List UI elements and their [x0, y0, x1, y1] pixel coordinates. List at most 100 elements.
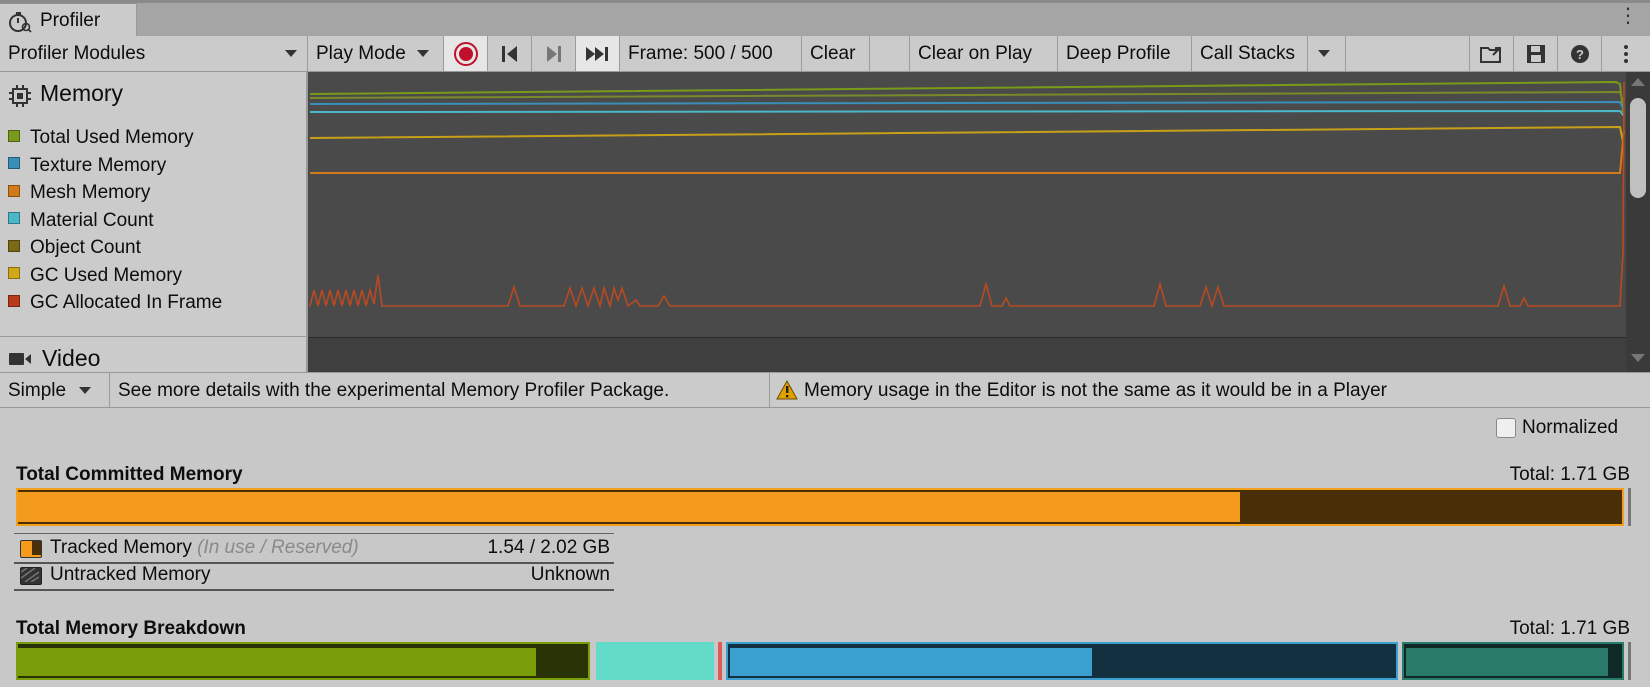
legend-color-swatch — [8, 212, 20, 225]
memory-profiler-package-link[interactable]: See more details with the experimental M… — [118, 373, 770, 408]
more-icon — [1624, 44, 1628, 63]
legend-color-swatch — [8, 294, 20, 307]
video-module-title: Video — [42, 345, 101, 371]
profiler-modules-label: Profiler Modules — [8, 43, 146, 64]
previous-frame-button[interactable] — [488, 36, 532, 71]
total-committed-memory-title: Total Committed Memory — [16, 464, 243, 485]
memory-graph[interactable] — [308, 72, 1626, 372]
tracked-memory-swatch — [20, 540, 42, 558]
help-icon: ? — [1570, 44, 1589, 63]
call-stacks-dropdown[interactable] — [1308, 36, 1346, 71]
legend-item[interactable]: GC Allocated In Frame — [8, 291, 222, 315]
normalized-checkbox[interactable] — [1496, 418, 1516, 438]
frame-counter: Frame: 500 / 500 — [620, 36, 802, 71]
video-camera-icon — [8, 351, 32, 367]
legend-color-swatch — [8, 184, 20, 197]
breakdown-segment-red[interactable] — [718, 642, 722, 680]
scrollbar-thumb[interactable] — [1630, 98, 1646, 198]
graph-line-gc-allocated — [309, 81, 1625, 309]
tracked-memory-row: Tracked Memory (In use / Reserved) 1.54 … — [14, 533, 614, 564]
record-icon — [453, 41, 478, 66]
toolbar-spacer — [870, 36, 910, 71]
load-button[interactable] — [1470, 36, 1514, 71]
chevron-down-icon — [417, 50, 430, 58]
scroll-up-icon[interactable] — [1631, 78, 1645, 86]
tab-bar — [0, 0, 1650, 36]
legend-color-swatch — [8, 157, 20, 170]
legend-label: Object Count — [30, 237, 141, 258]
legend-label: Texture Memory — [30, 154, 167, 176]
tab-profiler[interactable]: Profiler — [0, 3, 137, 36]
chevron-down-icon — [79, 387, 92, 395]
legend-item[interactable]: Material Count — [8, 209, 154, 233]
play-mode-label: Play Mode — [316, 43, 406, 64]
legend-label: GC Used Memory — [30, 264, 183, 286]
tracked-memory-sublabel: (In use / Reserved) — [197, 537, 359, 558]
memory-module-title[interactable]: Memory — [40, 80, 123, 107]
save-button[interactable] — [1514, 36, 1558, 71]
tab-label: Profiler — [40, 10, 101, 31]
graph-line-gc-used-memory — [309, 125, 1624, 143]
details-toolbar: Simple See more details with the experim… — [0, 372, 1650, 408]
stopwatch-icon — [8, 11, 32, 33]
graph-line-texture-memory — [309, 100, 1625, 111]
toolbar-spacer — [1346, 36, 1470, 71]
tracked-memory-label-group: Tracked Memory (In use / Reserved) — [50, 534, 359, 562]
video-module-row[interactable]: Video — [0, 336, 306, 372]
record-button[interactable] — [444, 36, 488, 71]
legend-label: GC Allocated In Frame — [30, 292, 223, 313]
help-button[interactable]: ? — [1558, 36, 1602, 71]
legend-item[interactable]: Texture Memory — [8, 154, 166, 178]
profiler-modules-list: Memory Total Used Memory Texture Memory Me… — [0, 72, 308, 372]
legend-label: Mesh Memory — [30, 182, 151, 203]
view-mode-dropdown[interactable]: Simple — [0, 373, 110, 408]
legend-label: Total Used Memory — [30, 127, 194, 148]
tracked-memory-label: Tracked Memory — [50, 537, 192, 558]
normalized-label: Normalized — [1522, 417, 1619, 438]
clear-button[interactable]: Clear — [802, 36, 870, 71]
untracked-memory-row: Untracked Memory Unknown — [14, 561, 614, 591]
breakdown-segment-aqua[interactable] — [596, 642, 714, 680]
legend-label: Material Count — [30, 209, 154, 231]
profiler-modules-dropdown[interactable]: Profiler Modules — [0, 36, 308, 71]
tracked-memory-value: 1.54 / 2.02 GB — [487, 537, 610, 558]
total-memory-breakdown-total: Total: 1.71 GB — [1509, 618, 1630, 639]
chip-icon — [8, 84, 32, 108]
svg-text:?: ? — [1576, 47, 1584, 62]
call-stacks-button[interactable]: Call Stacks — [1192, 36, 1308, 71]
deep-profile-button[interactable]: Deep Profile — [1058, 36, 1192, 71]
video-graph[interactable] — [308, 337, 1626, 372]
graph-line-object-count — [309, 90, 1624, 103]
untracked-memory-value: Unknown — [530, 564, 610, 585]
scroll-down-icon[interactable] — [1631, 354, 1645, 362]
legend-color-swatch — [8, 239, 20, 252]
prev-frame-icon — [501, 45, 517, 62]
more-button[interactable] — [1602, 36, 1650, 71]
save-icon — [1526, 44, 1545, 63]
committed-memory-end-marker — [1628, 488, 1631, 526]
profiler-toolbar: Profiler Modules Play Mode Frame: 500 / … — [0, 36, 1650, 72]
more-vertical-icon[interactable]: ⋮ — [1618, 6, 1638, 26]
total-memory-breakdown-title: Total Memory Breakdown — [16, 618, 246, 639]
breakdown-segment-blue-fill — [730, 648, 1092, 676]
next-frame-button[interactable] — [532, 36, 576, 71]
legend-color-swatch — [8, 267, 20, 280]
legend-item[interactable]: Total Used Memory — [8, 126, 194, 150]
legend-item[interactable]: GC Used Memory — [8, 264, 182, 288]
graph-line-material-count — [309, 109, 1625, 117]
legend-item[interactable]: Object Count — [8, 236, 141, 260]
legend-color-swatch — [8, 129, 20, 142]
untracked-memory-swatch — [20, 567, 42, 585]
legend-item[interactable]: Mesh Memory — [8, 181, 150, 205]
clear-on-play-button[interactable]: Clear on Play — [910, 36, 1058, 71]
warning-icon — [776, 379, 798, 400]
breakdown-end-marker — [1628, 642, 1631, 680]
next-frame-icon — [546, 45, 561, 62]
breakdown-segment-teal-fill — [1406, 648, 1608, 676]
chevron-down-icon — [285, 50, 297, 57]
current-frame-button[interactable] — [576, 36, 620, 71]
play-mode-dropdown[interactable]: Play Mode — [308, 36, 444, 71]
total-committed-memory-total: Total: 1.71 GB — [1509, 464, 1630, 485]
chevron-down-icon — [1318, 50, 1330, 58]
committed-memory-in-use-fill — [18, 492, 1240, 522]
